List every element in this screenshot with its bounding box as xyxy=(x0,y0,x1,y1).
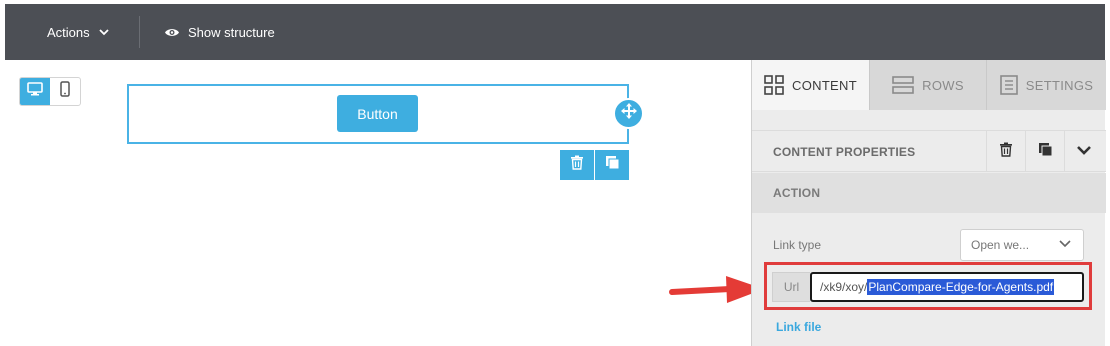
chevron-down-icon xyxy=(1059,240,1071,248)
link-file-link[interactable]: Link file xyxy=(776,320,821,334)
show-structure-label: Show structure xyxy=(188,24,275,40)
action-title: ACTION xyxy=(773,186,821,200)
content-properties-tools xyxy=(986,131,1103,173)
url-prefix-label: Url xyxy=(772,272,810,302)
tab-rows-label: ROWS xyxy=(922,77,964,93)
tab-settings[interactable]: SETTINGS xyxy=(987,60,1106,110)
url-input-selected-text: PlanCompare-Edge-for-Agents.pdf xyxy=(867,279,1055,295)
desktop-view-button[interactable] xyxy=(20,78,50,105)
chevron-down-icon xyxy=(1076,143,1092,161)
tab-settings-label: SETTINGS xyxy=(1025,77,1094,93)
delete-block-button[interactable] xyxy=(560,150,594,180)
mobile-phone-icon xyxy=(60,81,70,102)
move-handle[interactable] xyxy=(613,98,644,129)
tab-rows[interactable]: ROWS xyxy=(870,60,987,110)
trash-icon xyxy=(570,155,584,175)
toolbar-divider xyxy=(139,16,140,48)
actions-menu-button[interactable]: Actions xyxy=(47,4,109,60)
mobile-view-button[interactable] xyxy=(50,78,80,105)
url-input[interactable]: /xk9/xoy/ PlanCompare-Edge-for-Agents.pd… xyxy=(810,272,1084,302)
top-toolbar: Actions Show structure xyxy=(5,4,1105,60)
duplicate-block-button[interactable] xyxy=(595,150,629,180)
tab-content[interactable]: CONTENT xyxy=(752,60,870,110)
desktop-icon xyxy=(27,82,43,101)
link-type-select[interactable]: Open we... xyxy=(960,229,1084,261)
link-type-label: Link type xyxy=(773,238,822,252)
collapse-properties-button[interactable] xyxy=(1064,131,1103,172)
grid-icon xyxy=(764,75,784,95)
url-input-path: /xk9/xoy/ xyxy=(820,280,868,294)
show-structure-button[interactable]: Show structure xyxy=(164,4,275,60)
url-field-group: Url /xk9/xoy/ PlanCompare-Edge-for-Agent… xyxy=(772,272,1086,302)
properties-panel: CONTENT ROWS SETTINGS CONTENT PROPERTIES xyxy=(751,60,1106,346)
action-section-header: ACTION xyxy=(752,173,1106,213)
eye-icon xyxy=(164,27,180,38)
link-type-value: Open we... xyxy=(971,238,1030,252)
content-properties-header: CONTENT PROPERTIES xyxy=(752,130,1106,172)
settings-doc-icon xyxy=(999,75,1018,95)
trash-icon xyxy=(999,142,1013,162)
tab-content-label: CONTENT xyxy=(792,77,857,93)
canvas-button-element[interactable]: Button xyxy=(337,95,418,132)
device-view-toggle xyxy=(19,77,81,106)
duplicate-icon xyxy=(605,155,620,175)
block-tools xyxy=(560,150,629,180)
panel-tabs: CONTENT ROWS SETTINGS xyxy=(752,60,1106,110)
move-arrows-icon xyxy=(620,102,638,125)
duplicate-icon xyxy=(1038,142,1053,162)
chevron-down-icon xyxy=(99,28,109,36)
actions-label: Actions xyxy=(47,24,90,40)
duplicate-content-button[interactable] xyxy=(1025,131,1064,172)
rows-icon xyxy=(892,76,914,94)
delete-content-button[interactable] xyxy=(986,131,1025,172)
content-properties-title: CONTENT PROPERTIES xyxy=(773,145,916,159)
